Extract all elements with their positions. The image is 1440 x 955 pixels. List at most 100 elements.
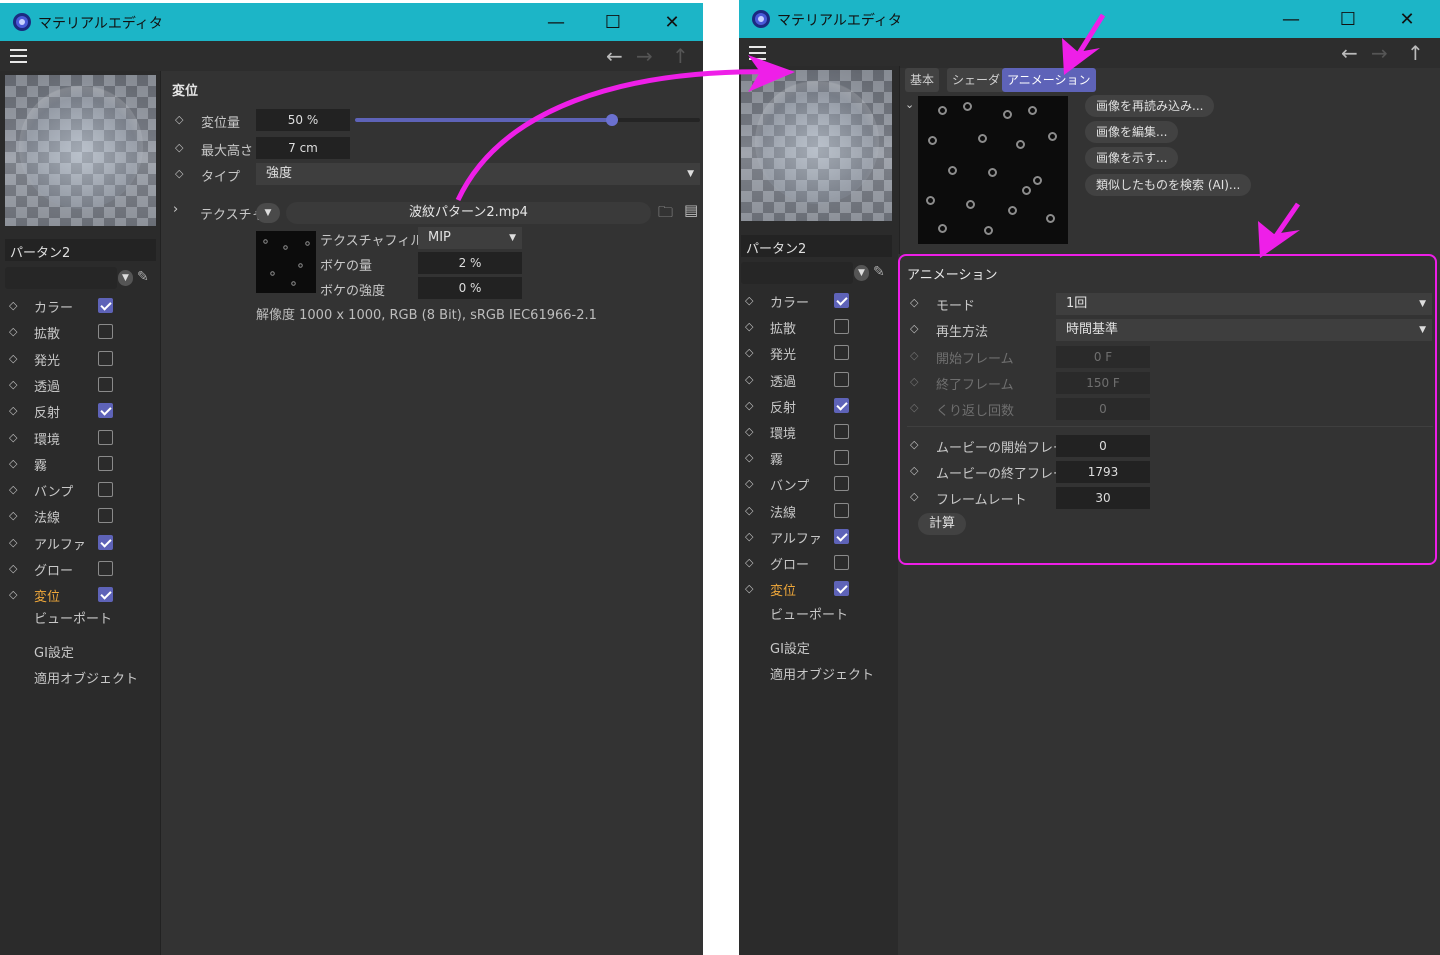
channel-label[interactable]: バンプ xyxy=(770,475,809,494)
keyframe-diamond-icon[interactable]: ◇ xyxy=(745,346,753,359)
minimize-button[interactable]: — xyxy=(533,7,579,37)
keyframe-diamond-icon[interactable]: ◇ xyxy=(9,509,17,522)
archive-icon[interactable]: ▤ xyxy=(684,201,698,219)
channel-row[interactable]: ◇ 法線 xyxy=(739,498,900,524)
keyframe-diamond-icon[interactable]: ◇ xyxy=(9,588,17,601)
channel-label[interactable]: 拡散 xyxy=(770,318,796,337)
channel-checkbox[interactable] xyxy=(98,534,113,550)
sidebar-item-assignment[interactable]: 適用オブジェクト xyxy=(34,668,138,687)
channel-row[interactable]: ◇ 霧 xyxy=(0,451,161,477)
expand-chevron-icon[interactable]: › xyxy=(173,202,178,217)
collapse-chevron-icon[interactable]: ⌄ xyxy=(905,98,914,111)
keyframe-diamond-icon[interactable]: ◇ xyxy=(9,325,17,338)
keyframe-diamond-icon[interactable]: ◇ xyxy=(9,352,17,365)
keyframe-diamond-icon[interactable]: ◇ xyxy=(175,113,183,126)
show-image-button[interactable]: 画像を示す... xyxy=(1085,147,1179,169)
maximize-button[interactable]: ☐ xyxy=(1325,4,1371,34)
channel-checkbox[interactable] xyxy=(98,587,113,603)
edit-image-button[interactable]: 画像を編集... xyxy=(1085,121,1179,143)
channel-checkbox[interactable] xyxy=(834,397,849,413)
maximize-button[interactable]: ☐ xyxy=(590,7,636,37)
channel-row[interactable]: ◇ 反射 xyxy=(0,398,161,424)
forward-arrow-icon[interactable]: → xyxy=(1371,42,1388,64)
channel-checkbox[interactable] xyxy=(98,429,113,445)
height-field[interactable]: 7 cm xyxy=(256,137,350,159)
texture-menu-button[interactable]: ▼ xyxy=(256,203,280,223)
menu-icon[interactable] xyxy=(749,46,766,60)
type-dropdown[interactable]: 強度 ▼ xyxy=(256,163,700,185)
forward-arrow-icon[interactable]: → xyxy=(636,45,653,67)
keyframe-diamond-icon[interactable]: ◇ xyxy=(745,582,753,595)
channel-checkbox[interactable] xyxy=(834,581,849,597)
channel-label[interactable]: 拡散 xyxy=(34,323,60,342)
keyframe-diamond-icon[interactable]: ◇ xyxy=(175,141,183,154)
channel-label[interactable]: 発光 xyxy=(34,350,60,369)
material-name-field[interactable]: パータン2 xyxy=(5,239,156,261)
sidebar-item-viewport[interactable]: ビューポート xyxy=(770,604,848,623)
channel-row[interactable]: ◇ アルファ xyxy=(739,524,900,550)
bokeh-field[interactable]: 2 % xyxy=(418,252,522,274)
channel-label[interactable]: カラー xyxy=(34,297,73,316)
channel-row[interactable]: ◇ 環境 xyxy=(0,425,161,451)
tab-basic[interactable]: 基本 xyxy=(905,68,940,92)
eyedropper-icon[interactable]: ✎ xyxy=(137,269,149,285)
channel-checkbox[interactable] xyxy=(834,528,849,544)
bokeh-strength-field[interactable]: 0 % xyxy=(418,277,522,299)
channel-checkbox[interactable] xyxy=(834,371,849,387)
channel-row[interactable]: ◇ 環境 xyxy=(739,419,900,445)
channel-label[interactable]: 透過 xyxy=(34,376,60,395)
keyframe-diamond-icon[interactable]: ◇ xyxy=(9,378,17,391)
keyframe-diamond-icon[interactable]: ◇ xyxy=(9,562,17,575)
channel-label[interactable]: グロー xyxy=(34,560,73,579)
channel-label[interactable]: 変位 xyxy=(770,580,796,599)
sidebar-item-viewport[interactable]: ビューポート xyxy=(34,608,112,627)
channel-checkbox[interactable] xyxy=(834,319,849,335)
channel-search-input[interactable] xyxy=(741,262,853,284)
sidebar-item-gi[interactable]: GI設定 xyxy=(34,642,74,661)
channel-checkbox[interactable] xyxy=(98,350,113,366)
minimize-button[interactable]: — xyxy=(1268,4,1314,34)
chevron-down-icon[interactable]: ▼ xyxy=(854,265,869,281)
keyframe-diamond-icon[interactable]: ◇ xyxy=(745,320,753,333)
channel-row[interactable]: ◇ 霧 xyxy=(739,445,900,471)
sidebar-item-assignment[interactable]: 適用オブジェクト xyxy=(770,664,874,683)
keyframe-diamond-icon[interactable]: ◇ xyxy=(745,504,753,517)
reload-image-button[interactable]: 画像を再読み込み... xyxy=(1085,95,1215,117)
channel-row[interactable]: ◇ グロー xyxy=(739,550,900,576)
keyframe-diamond-icon[interactable]: ◇ xyxy=(9,404,17,417)
channel-checkbox[interactable] xyxy=(834,476,849,492)
channel-checkbox[interactable] xyxy=(834,502,849,518)
channel-label[interactable]: カラー xyxy=(770,292,809,311)
channel-label[interactable]: アルファ xyxy=(770,528,822,547)
channel-checkbox[interactable] xyxy=(98,324,113,340)
channel-search-input[interactable] xyxy=(5,267,117,289)
keyframe-diamond-icon[interactable]: ◇ xyxy=(9,299,17,312)
channel-label[interactable]: バンプ xyxy=(34,481,73,500)
filter-dropdown[interactable]: MIP ▼ xyxy=(418,227,522,249)
channel-checkbox[interactable] xyxy=(98,376,113,392)
material-name-field[interactable]: パータン2 xyxy=(741,235,892,257)
channel-checkbox[interactable] xyxy=(98,298,113,313)
keyframe-diamond-icon[interactable]: ◇ xyxy=(745,373,753,386)
keyframe-diamond-icon[interactable]: ◇ xyxy=(175,167,183,180)
keyframe-diamond-icon[interactable]: ◇ xyxy=(9,536,17,549)
texture-file-field[interactable]: 波紋パターン2.mp4 xyxy=(286,202,651,224)
channel-checkbox[interactable] xyxy=(834,293,849,308)
channel-checkbox[interactable] xyxy=(834,345,849,361)
sidebar-item-gi[interactable]: GI設定 xyxy=(770,638,810,657)
tab-animation[interactable]: アニメーション xyxy=(1002,68,1096,92)
channel-checkbox[interactable] xyxy=(834,450,849,466)
channel-label[interactable]: 変位 xyxy=(34,586,60,605)
up-arrow-icon[interactable]: ↑ xyxy=(1407,42,1424,64)
channel-row[interactable]: ◇ 発光 xyxy=(739,340,900,366)
channel-label[interactable]: 反射 xyxy=(770,397,796,416)
chevron-down-icon[interactable]: ▼ xyxy=(118,270,133,286)
channel-checkbox[interactable] xyxy=(98,508,113,524)
find-similar-button[interactable]: 類似したものを検索 (AI)... xyxy=(1085,174,1252,196)
channel-label[interactable]: 霧 xyxy=(770,449,783,468)
channel-checkbox[interactable] xyxy=(98,455,113,471)
channel-row[interactable]: ◇ 拡散 xyxy=(0,319,161,345)
amount-slider-knob[interactable] xyxy=(606,114,618,126)
keyframe-diamond-icon[interactable]: ◇ xyxy=(745,556,753,569)
amount-slider[interactable] xyxy=(355,114,700,126)
